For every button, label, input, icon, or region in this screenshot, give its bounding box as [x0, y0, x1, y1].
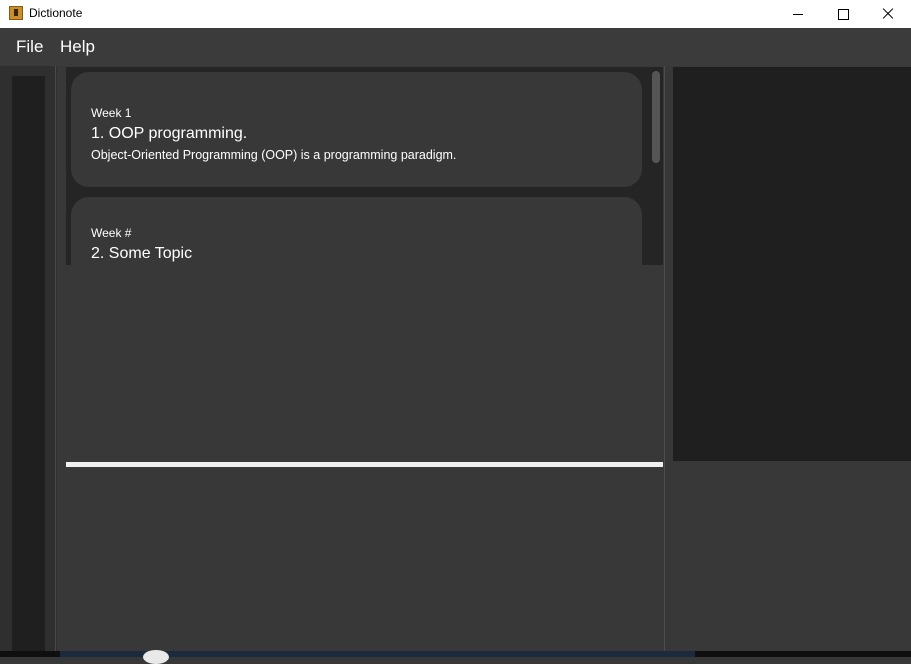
minimize-button[interactable]: [775, 0, 821, 28]
panel-divider: [55, 66, 56, 651]
note-title: 1. OOP programming.: [91, 125, 248, 142]
note-card[interactable]: Week 1 1. OOP programming. Object-Orient…: [71, 72, 642, 187]
note-week: Week #: [91, 226, 132, 240]
note-title: 2. Some Topic: [91, 245, 193, 262]
menu-help[interactable]: Help: [60, 37, 95, 57]
notebook-icon: [9, 6, 23, 20]
minimize-icon: [793, 13, 803, 15]
note-list: Week 1 1. OOP programming. Object-Orient…: [66, 67, 649, 265]
right-panel-content: [673, 67, 911, 461]
note-list-scrollbar[interactable]: [649, 67, 663, 265]
maximize-button[interactable]: [820, 0, 866, 28]
split-pane-divider[interactable]: [66, 462, 663, 467]
menu-bar: File Help: [0, 28, 911, 66]
maximize-icon: [837, 8, 849, 20]
close-icon: [882, 8, 894, 20]
left-panel: [0, 66, 57, 651]
window-title: Dictionote: [29, 6, 83, 20]
note-card[interactable]: Week # 2. Some Topic: [71, 197, 642, 265]
note-description: Object-Oriented Programming (OOP) is a p…: [91, 148, 457, 162]
note-week: Week 1: [91, 106, 132, 120]
taskbar-icon: [143, 650, 169, 664]
title-bar: Dictionote: [0, 0, 911, 28]
left-panel-content: [12, 76, 45, 651]
close-button[interactable]: [865, 0, 911, 28]
menu-file[interactable]: File: [16, 37, 43, 57]
scrollbar-thumb[interactable]: [652, 71, 660, 163]
panel-divider: [664, 66, 665, 651]
